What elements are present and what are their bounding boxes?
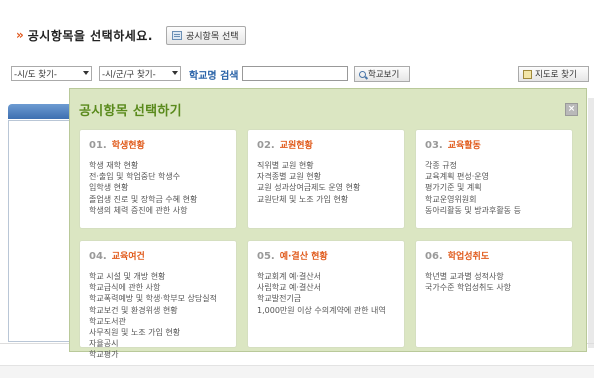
- card-link[interactable]: 자격종별 교원 현황: [257, 171, 395, 182]
- sido-value: -시/도 찾기-: [14, 69, 57, 80]
- modal-title: 공시항목 선택하기: [79, 104, 182, 119]
- category-card-teacher-status: 02. 교원현황 직위별 교원 현황 자격종별 교원 현황 교원 성과상여금제도…: [247, 129, 405, 229]
- map-icon: [523, 69, 532, 79]
- card-number: 04.: [89, 251, 107, 262]
- prompt-text: 공시항목을 선택하세요.: [27, 28, 153, 43]
- card-link[interactable]: 자율공시: [89, 338, 227, 349]
- category-card-student-status: 01. 학생현황 학생 재학 현황 전·출입 및 학업중단 학생수 입학생 현황…: [79, 129, 237, 229]
- sigungu-value: -시/군/구 찾기-: [102, 69, 156, 80]
- card-number: 03.: [425, 140, 443, 151]
- search-icon: [359, 70, 366, 78]
- category-card-education-activity: 03. 교육활동 각종 규정 교육계획 편성·운영 평가기준 및 계획 학교운영…: [415, 129, 573, 229]
- card-link[interactable]: 학교보건 및 환경위생 현황: [89, 305, 227, 316]
- card-link[interactable]: 학생 재학 현황: [89, 160, 227, 171]
- card-link[interactable]: 학년별 교과별 성적사항: [425, 271, 563, 282]
- card-link[interactable]: 학교급식에 관한 사항: [89, 282, 227, 293]
- page-scrollbar[interactable]: [588, 98, 594, 348]
- card-link[interactable]: 사무직원 및 노조 가입 현황: [89, 327, 227, 338]
- card-link[interactable]: 평가기준 및 계획: [425, 182, 563, 193]
- prompt-row: » 공시항목을 선택하세요.: [16, 25, 153, 45]
- card-link[interactable]: 교원 성과상여금제도 운영 현황: [257, 182, 395, 193]
- card-link[interactable]: 전·출입 및 학업중단 학생수: [89, 171, 227, 182]
- sido-dropdown[interactable]: -시/도 찾기-: [11, 66, 92, 81]
- map-search-button[interactable]: 지도로 찾기: [518, 66, 589, 82]
- close-button[interactable]: ×: [565, 103, 578, 116]
- card-link[interactable]: 학교도서관: [89, 316, 227, 327]
- chevron-down-icon: [172, 71, 178, 75]
- card-link[interactable]: 학교평가: [89, 349, 227, 360]
- card-link[interactable]: 국가수준 학업성취도 사항: [425, 282, 563, 293]
- card-link[interactable]: 학생의 체력 증진에 관한 사항: [89, 205, 227, 216]
- disclosure-select-button[interactable]: 공시항목 선택: [166, 26, 246, 45]
- select-button-label: 공시항목 선택: [186, 32, 239, 42]
- school-search-label: 학교명 검색: [189, 71, 239, 82]
- card-link[interactable]: 학교폭력예방 및 학생·학부모 상담실적: [89, 293, 227, 304]
- card-number: 06.: [425, 251, 443, 262]
- card-link[interactable]: 입학생 현황: [89, 182, 227, 193]
- card-number: 02.: [257, 140, 275, 151]
- card-title[interactable]: 예·결산 현황: [280, 249, 328, 262]
- card-link[interactable]: 교육계획 편성·운영: [425, 171, 563, 182]
- card-link[interactable]: 학교운영위원회: [425, 194, 563, 205]
- map-search-label: 지도로 찾기: [535, 70, 577, 80]
- card-link[interactable]: 1,000만원 이상 수의계약에 관한 내역: [257, 305, 395, 316]
- card-title[interactable]: 교원현황: [280, 138, 313, 151]
- card-number: 01.: [89, 140, 107, 151]
- category-card-education-conditions: 04. 교육여건 학교 시설 및 개방 현황 학교급식에 관한 사항 학교폭력예…: [79, 240, 237, 359]
- card-title[interactable]: 학업성취도: [448, 249, 489, 262]
- card-title[interactable]: 교육여건: [112, 249, 145, 262]
- card-link[interactable]: 학교회계 예·결산서: [257, 271, 395, 282]
- view-school-label: 학교보기: [368, 70, 400, 80]
- sigungu-dropdown[interactable]: -시/군/구 찾기-: [99, 66, 181, 81]
- card-link[interactable]: 교원단체 및 노조 가입 현황: [257, 194, 395, 205]
- category-card-academic-achievement: 06. 학업성취도 학년별 교과별 성적사항 국가수준 학업성취도 사항: [415, 240, 573, 348]
- disclosure-item-modal: 공시항목 선택하기 × 01. 학생현황 학생 재학 현황 전·출입 및 학업중…: [69, 88, 587, 359]
- card-link[interactable]: 직위별 교원 현황: [257, 160, 395, 171]
- card-title[interactable]: 학생현황: [112, 138, 145, 151]
- view-school-button[interactable]: 학교보기: [354, 66, 410, 82]
- school-search-input[interactable]: [242, 66, 348, 81]
- card-link[interactable]: 졸업생 진로 및 장학금 수혜 현황: [89, 194, 227, 205]
- card-link[interactable]: 사립학교 예·결산서: [257, 282, 395, 293]
- card-link[interactable]: 학교 시설 및 개방 현황: [89, 271, 227, 282]
- calendar-icon: [172, 31, 182, 40]
- filter-row: -시/도 찾기- -시/군/구 찾기- 학교명 검색 학교보기 지도로 찾기: [0, 66, 594, 82]
- card-number: 05.: [257, 251, 275, 262]
- card-link[interactable]: 학교발전기금: [257, 293, 395, 304]
- background-tab[interactable]: [8, 104, 78, 119]
- prompt-arrow: »: [16, 28, 24, 42]
- footer-bar: [0, 365, 594, 378]
- card-link[interactable]: 각종 규정: [425, 160, 563, 171]
- chevron-down-icon: [83, 71, 89, 75]
- background-panel: [8, 120, 72, 342]
- card-title[interactable]: 교육활동: [448, 138, 481, 151]
- card-link[interactable]: 동아리활동 및 방과후활동 등: [425, 205, 563, 216]
- category-card-budget-settlement: 05. 예·결산 현황 학교회계 예·결산서 사립학교 예·결산서 학교발전기금…: [247, 240, 405, 348]
